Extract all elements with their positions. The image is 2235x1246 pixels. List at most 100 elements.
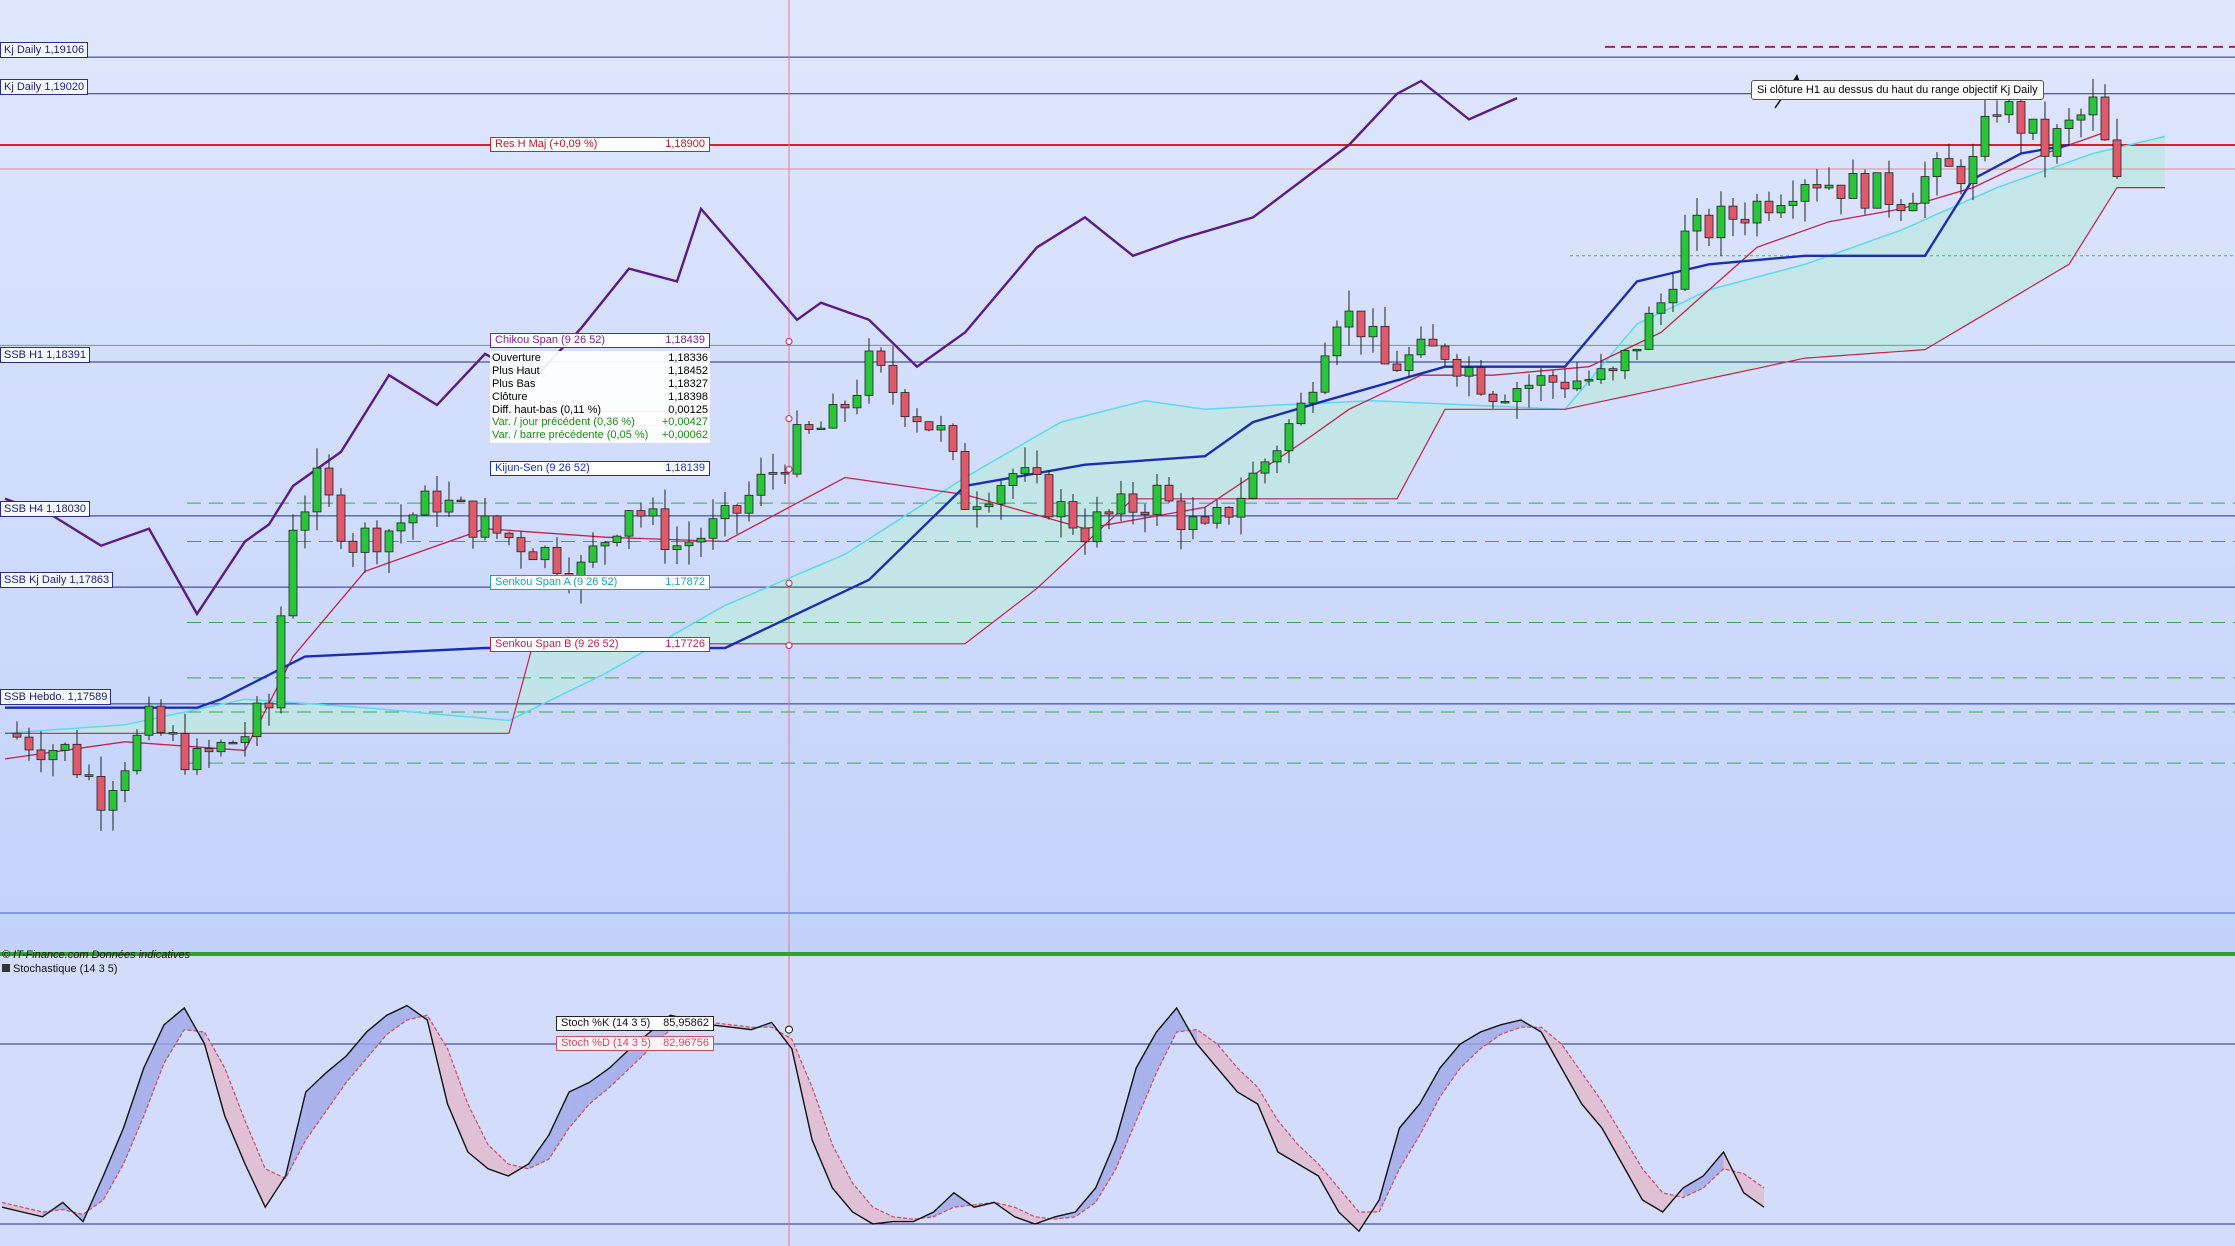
candle-body — [1692, 214, 1702, 232]
candle-body — [540, 546, 550, 561]
stoch-k-value: 85,95862 — [663, 1017, 709, 1029]
candle-body — [960, 451, 970, 510]
candle-body — [1164, 484, 1174, 502]
stoch-title-text: Stochastique (14 3 5) — [13, 963, 118, 975]
candle-body — [1656, 302, 1666, 314]
ichimoku-tip-value: 1,18139 — [665, 462, 705, 475]
crosshair-marker — [785, 337, 793, 345]
level-label: SSB H4 1,18030 — [0, 500, 90, 517]
stochastic-chart[interactable] — [0, 956, 2235, 1246]
candle-body — [1668, 288, 1678, 304]
candle-body — [384, 530, 394, 553]
candle-body — [312, 467, 322, 513]
candle-body — [348, 540, 358, 553]
level-label: SSB H1 1,18391 — [0, 346, 90, 363]
candle-body — [1488, 393, 1498, 403]
candle-body — [1032, 467, 1042, 475]
candle-body — [192, 748, 202, 771]
ichimoku-tip-value: 1,17726 — [665, 638, 705, 651]
candle-body — [96, 776, 106, 811]
ohlc-row: Plus Haut 1,18452 — [492, 365, 708, 378]
candle-body — [1560, 381, 1570, 390]
ohlc-row: Diff. haut-bas (0,11 %) 0,00125 — [492, 404, 708, 417]
candle-body — [636, 510, 646, 517]
candle-body — [432, 490, 442, 513]
candle-body — [1236, 497, 1246, 518]
candle-body — [264, 702, 274, 709]
candle-body — [204, 748, 214, 753]
candle-body — [696, 537, 706, 543]
candle-body — [1344, 310, 1354, 328]
level-label: SSB Kj Daily 1,17863 — [0, 572, 114, 589]
candle-body — [1872, 172, 1882, 209]
ichimoku-tip: Senkou Span B (9 26 52) 1,17726 — [490, 637, 710, 653]
candle-body — [1152, 484, 1162, 516]
candle-body — [48, 749, 58, 761]
chart-annotation-note[interactable]: Si clôture H1 au dessus du haut du range… — [1751, 80, 2044, 100]
ichimoku-tip-name: Kijun-Sen (9 26 52) — [495, 462, 590, 475]
candle-body — [492, 515, 502, 534]
candle-body — [1476, 367, 1486, 395]
res-h-maj-label: Res H Maj (+0,09 %) 1,18900 — [490, 136, 710, 152]
candle-body — [1104, 511, 1114, 515]
candle-body — [1176, 500, 1186, 531]
candle-body — [1788, 200, 1798, 206]
candle-body — [684, 541, 694, 547]
candle-body — [1404, 354, 1414, 371]
candle-body — [1428, 338, 1438, 347]
candle-body — [1248, 472, 1258, 499]
candle-body — [516, 537, 526, 553]
candle-body — [180, 733, 190, 771]
candle-body — [1416, 338, 1426, 356]
candle-body — [2112, 139, 2122, 177]
candle-body — [780, 472, 790, 475]
candle-body — [300, 511, 310, 531]
ohlc-value: 1,18452 — [668, 365, 708, 378]
candle-body — [1452, 358, 1462, 377]
candle-body — [228, 741, 238, 745]
candle-body — [612, 535, 622, 543]
candle-body — [876, 350, 886, 366]
candle-body — [1740, 218, 1750, 224]
ohlc-key: Plus Haut — [492, 365, 540, 378]
candle-body — [1308, 391, 1318, 404]
candle-body — [840, 404, 850, 409]
candle-body — [456, 499, 466, 503]
candle-body — [2076, 114, 2086, 121]
candle-body — [420, 490, 430, 516]
candle-body — [12, 732, 22, 738]
stoch-background — [0, 956, 2235, 1246]
candle-body — [276, 615, 286, 709]
candle-body — [552, 546, 562, 574]
candle-body — [972, 506, 982, 510]
candle-body — [2100, 96, 2110, 141]
candle-body — [1008, 473, 1018, 486]
price-chart[interactable] — [0, 0, 2235, 955]
ohlc-value: +0,00427 — [661, 416, 708, 429]
candle-body — [1080, 527, 1090, 543]
candle-body — [1464, 367, 1474, 377]
candle-body — [1272, 450, 1282, 463]
crosshair-marker — [785, 415, 793, 423]
candle-body — [744, 494, 754, 514]
candle-body — [1572, 380, 1582, 390]
candle-body — [948, 425, 958, 452]
candle-body — [912, 416, 922, 423]
stoch-d-value: 82,96756 — [663, 1037, 709, 1049]
candle-body — [1860, 173, 1870, 209]
candle-body — [1944, 158, 1954, 167]
ohlc-value: 0,00125 — [668, 403, 708, 416]
ohlc-row: Clôture 1,18398 — [492, 391, 708, 404]
candle-body — [600, 542, 610, 547]
res-h-maj-name: Res H Maj (+0,09 %) — [495, 137, 598, 150]
candle-body — [720, 505, 730, 520]
candle-body — [2028, 118, 2038, 134]
candle-body — [1764, 200, 1774, 214]
ohlc-key: Var. / barre précédente (0,05 %) — [492, 429, 649, 442]
candle-body — [1524, 384, 1534, 389]
candle-body — [480, 515, 490, 538]
candle-body — [2088, 96, 2098, 116]
candle-body — [1116, 493, 1126, 515]
candle-body — [2016, 101, 2026, 134]
candle-body — [768, 472, 778, 475]
